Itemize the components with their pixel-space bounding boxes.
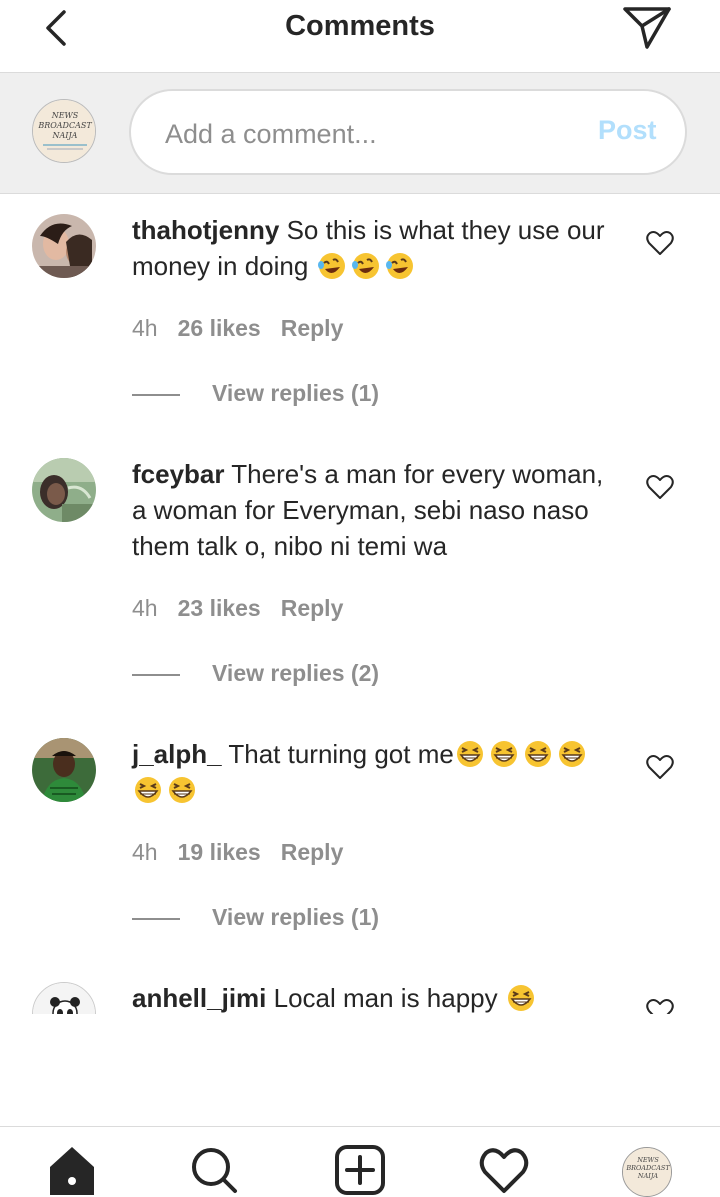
profile-avatar[interactable]: NEWS BROADCAST NAIJA	[622, 1147, 672, 1197]
divider-line	[132, 394, 180, 396]
view-replies-label[interactable]: View replies (2)	[212, 660, 379, 687]
comment-body: That turning got me	[228, 739, 454, 769]
comment-meta: 4h 19 likes Reply	[132, 839, 363, 866]
home-icon[interactable]	[47, 1145, 97, 1195]
view-replies-label[interactable]: View replies (1)	[212, 904, 379, 931]
grinning-squinting-emoji-icon	[507, 985, 534, 1011]
news-broadcast-logo: NEWS BROADCAST NAIJA	[33, 100, 95, 162]
logo-line-3: NAIJA	[52, 131, 78, 140]
comment-likes[interactable]: 26 likes	[178, 315, 261, 341]
grinning-squinting-emoji-icon	[558, 741, 585, 767]
emoji-group	[308, 251, 417, 281]
comment-input-box: Post	[129, 89, 687, 175]
comment-likes[interactable]: 23 likes	[178, 595, 261, 621]
view-replies-label[interactable]: View replies (1)	[212, 380, 379, 407]
logo-line-1: NEWS	[51, 111, 79, 120]
logo-line-2: BROADCAST	[625, 1164, 670, 1172]
comment-username[interactable]: anhell_jimi	[132, 983, 266, 1013]
comment-likes[interactable]: 19 likes	[178, 839, 261, 865]
grinning-squinting-emoji-icon	[456, 741, 483, 767]
bottom-tab-bar: NEWS BROADCAST NAIJA	[0, 1126, 720, 1197]
like-heart-icon[interactable]	[646, 474, 674, 500]
divider-line	[132, 674, 180, 676]
grinning-squinting-emoji-icon	[135, 777, 161, 803]
comment-text: j_alph_ That turning got me	[132, 736, 612, 808]
comment-time: 4h	[132, 839, 158, 865]
page-title: Comments	[285, 10, 435, 42]
comment-username[interactable]: j_alph_	[132, 739, 222, 769]
comment-text: anhell_jimi Local man is happy	[132, 980, 612, 1014]
avatar[interactable]	[32, 738, 96, 802]
search-icon[interactable]	[189, 1145, 239, 1195]
news-broadcast-logo: NEWS BROADCAST NAIJA	[623, 1148, 671, 1196]
comments-list[interactable]: thahotjenny So this is what they use our…	[0, 194, 720, 1014]
comment-time: 4h	[132, 315, 158, 341]
divider-line	[132, 918, 180, 920]
comment-meta: 4h 23 likes Reply	[132, 595, 363, 622]
comment-username[interactable]: fceybar	[132, 459, 225, 489]
comment-body: Local man is happy	[273, 983, 498, 1013]
comment-time: 4h	[132, 595, 158, 621]
grinning-squinting-emoji-icon	[169, 777, 195, 803]
post-button[interactable]: Post	[598, 115, 657, 146]
logo-line-1: NEWS	[636, 1156, 659, 1164]
comment-text: thahotjenny So this is what they use our…	[132, 212, 612, 284]
comment-text: fceybar There's a man for every woman, a…	[132, 456, 612, 564]
avatar[interactable]	[32, 214, 96, 278]
own-avatar[interactable]: NEWS BROADCAST NAIJA	[32, 99, 96, 163]
grinning-squinting-emoji-icon	[524, 741, 551, 767]
avatar[interactable]	[32, 458, 96, 522]
like-heart-icon[interactable]	[646, 998, 674, 1014]
activity-heart-icon[interactable]	[479, 1145, 529, 1195]
rolling-laughing-emoji-icon	[385, 253, 413, 279]
grinning-squinting-emoji-icon	[490, 741, 517, 767]
comment-meta: 4h 26 likes Reply	[132, 315, 363, 342]
new-post-icon[interactable]	[335, 1145, 385, 1195]
reply-button[interactable]: Reply	[281, 839, 344, 865]
reply-button[interactable]: Reply	[281, 595, 344, 621]
like-heart-icon[interactable]	[646, 230, 674, 256]
comment-username[interactable]: thahotjenny	[132, 215, 279, 245]
header-bar: Comments	[0, 0, 720, 73]
comment-composer: NEWS BROADCAST NAIJA Post	[0, 73, 720, 194]
emoji-group	[498, 983, 539, 1013]
avatar[interactable]	[32, 982, 96, 1014]
logo-line-3: NAIJA	[637, 1172, 659, 1180]
logo-line-2: BROADCAST	[37, 121, 92, 130]
paper-plane-icon[interactable]	[620, 4, 674, 52]
rolling-laughing-emoji-icon	[351, 253, 379, 279]
reply-button[interactable]: Reply	[281, 315, 344, 341]
rolling-laughing-emoji-icon	[317, 253, 345, 279]
like-heart-icon[interactable]	[646, 754, 674, 780]
comment-input[interactable]	[163, 111, 567, 157]
